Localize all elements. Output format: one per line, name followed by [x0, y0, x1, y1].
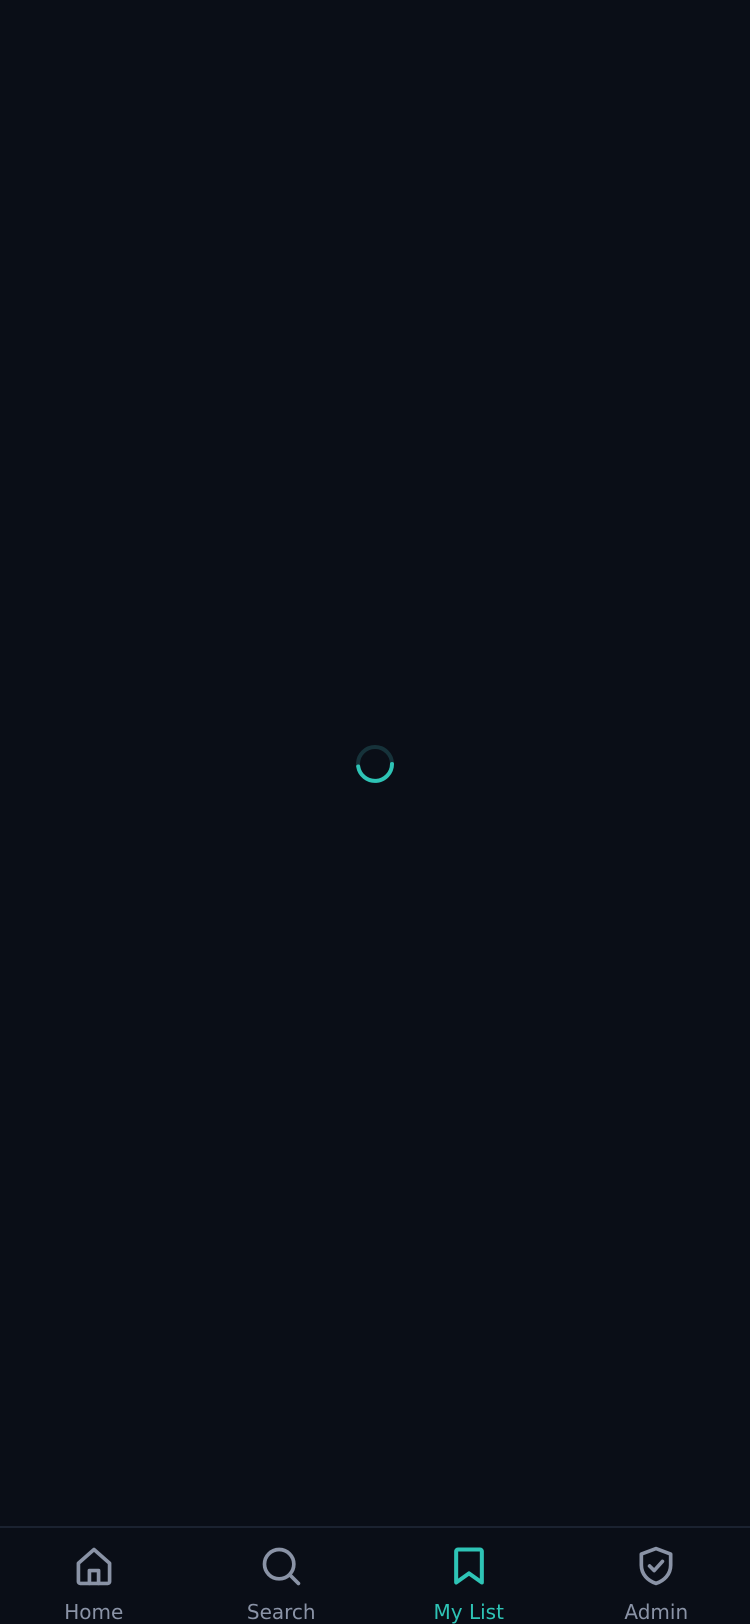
tab-my-list[interactable]: My List: [375, 1528, 563, 1624]
tab-my-list-label: My List: [433, 1600, 504, 1624]
tab-admin[interactable]: Admin: [563, 1528, 750, 1624]
tab-home[interactable]: Home: [0, 1528, 188, 1624]
shield-check-icon: [634, 1544, 678, 1588]
search-icon: [259, 1544, 303, 1588]
tab-search-label: Search: [246, 1600, 316, 1624]
loading-area: [0, 0, 750, 1526]
tab-home-label: Home: [64, 1600, 124, 1624]
app-screen: Home Search My List Admin: [0, 0, 750, 1624]
home-icon: [72, 1544, 116, 1588]
tab-admin-label: Admin: [624, 1600, 689, 1624]
bookmark-icon: [447, 1544, 491, 1588]
tab-search[interactable]: Search: [188, 1528, 376, 1624]
loading-spinner-icon: [355, 744, 395, 784]
bottom-tab-bar: Home Search My List Admin: [0, 1526, 750, 1624]
